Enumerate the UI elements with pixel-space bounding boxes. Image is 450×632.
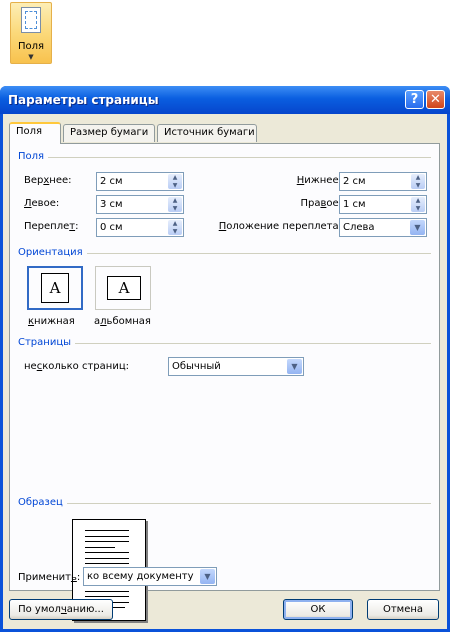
chevron-down-icon: ▼ xyxy=(28,53,34,61)
tab-paper-source[interactable]: Источник бумаги xyxy=(157,124,257,142)
left-margin-value: 3 см xyxy=(100,199,123,210)
bottom-margin-value: 2 см xyxy=(343,176,366,187)
portrait-option[interactable]: A xyxy=(27,266,83,310)
preview-text-line xyxy=(85,596,129,597)
title-bar[interactable]: Параметры страницы ? ✕ xyxy=(0,86,450,114)
ok-button[interactable]: ОК xyxy=(283,599,353,620)
gutter-position-value: Слева xyxy=(343,222,375,233)
preview-text-line xyxy=(85,590,129,592)
portrait-page-icon: A xyxy=(41,273,69,303)
landscape-page-icon: A xyxy=(107,276,141,300)
preview-text-line xyxy=(85,530,129,531)
sample-section-label: Образец xyxy=(18,497,67,508)
apply-to-select[interactable]: ко всему документу ▼ xyxy=(83,567,217,586)
gutter-position-label: Положение переплета: xyxy=(218,221,342,232)
dialog-client: Поля Размер бумаги Источник бумаги Поля … xyxy=(3,114,447,629)
top-margin-spinner[interactable]: 2 см ▲ ▼ xyxy=(96,172,184,191)
cancel-button[interactable]: Отмена xyxy=(367,599,439,620)
default-button[interactable]: По умолчанию... xyxy=(9,599,113,620)
landscape-label: альбомная xyxy=(94,316,151,327)
multiple-pages-label: несколько страниц: xyxy=(24,361,129,372)
tab-panel-margins: Поля Верхнее: 2 см ▲ ▼ Нижнее: 2 см ▲ ▼ Ле… xyxy=(9,143,440,621)
help-icon[interactable]: ? xyxy=(405,90,424,109)
left-margin-spinner[interactable]: 3 см ▲ ▼ xyxy=(96,195,184,214)
chevron-down-icon[interactable]: ▼ xyxy=(287,359,302,374)
right-margin-spinner[interactable]: 1 см ▲ ▼ xyxy=(339,195,427,214)
gutter-spinner[interactable]: 0 см ▲ ▼ xyxy=(96,218,184,237)
dialog-title: Параметры страницы xyxy=(8,93,159,107)
preview-text-line xyxy=(85,546,115,548)
apply-to-value: ко всему документу xyxy=(87,571,194,582)
orientation-section-label: Ориентация xyxy=(18,247,87,258)
sample-section-header: Образец xyxy=(18,497,431,511)
spin-arrows-icon[interactable]: ▲ ▼ xyxy=(168,197,182,212)
preview-text-line xyxy=(85,557,129,559)
pages-section-label: Страницы xyxy=(18,337,76,348)
page-margins-icon xyxy=(21,7,41,33)
bottom-margin-spinner[interactable]: 2 см ▲ ▼ xyxy=(339,172,427,191)
landscape-option[interactable]: A xyxy=(95,266,151,310)
tab-paper-size[interactable]: Размер бумаги xyxy=(63,124,155,142)
multiple-pages-select[interactable]: Обычный ▼ xyxy=(168,357,304,376)
right-margin-label: Правое: xyxy=(300,198,342,209)
multiple-pages-value: Обычный xyxy=(172,361,221,372)
close-icon[interactable]: ✕ xyxy=(426,90,445,109)
preview-text-line xyxy=(85,541,129,542)
spin-arrows-icon[interactable]: ▲ ▼ xyxy=(168,174,182,189)
margins-section-label: Поля xyxy=(18,151,49,162)
margins-ribbon-label: Поля xyxy=(17,41,45,52)
spin-arrows-icon[interactable]: ▲ ▼ xyxy=(168,220,182,235)
page-setup-dialog: Параметры страницы ? ✕ Поля Размер бумаг… xyxy=(0,86,450,632)
gutter-value: 0 см xyxy=(100,222,123,233)
preview-text-line xyxy=(85,535,129,537)
preview-text-line xyxy=(85,552,129,553)
orientation-section-header: Ориентация xyxy=(18,247,431,261)
chevron-down-icon[interactable]: ▼ xyxy=(200,569,215,584)
gutter-position-select[interactable]: Слева ▼ xyxy=(339,218,427,237)
bottom-margin-label: Нижнее: xyxy=(296,175,342,186)
left-margin-label: Левое: xyxy=(24,198,60,209)
pages-section-header: Страницы xyxy=(18,337,431,351)
spin-arrows-icon[interactable]: ▲ ▼ xyxy=(411,197,425,212)
apply-to-label: Применить: xyxy=(18,572,81,583)
spin-arrows-icon[interactable]: ▲ ▼ xyxy=(411,174,425,189)
margins-ribbon-button[interactable]: Поля ▼ xyxy=(10,2,52,64)
top-margin-value: 2 см xyxy=(100,176,123,187)
gutter-label: Переплет: xyxy=(24,221,79,232)
portrait-label: книжная xyxy=(28,316,75,327)
margins-section-header: Поля xyxy=(18,151,431,165)
right-margin-value: 1 см xyxy=(343,199,366,210)
preview-text-line xyxy=(85,563,129,564)
chevron-down-icon[interactable]: ▼ xyxy=(410,220,425,235)
tab-margins[interactable]: Поля xyxy=(9,122,61,144)
top-margin-label: Верхнее: xyxy=(24,175,72,186)
